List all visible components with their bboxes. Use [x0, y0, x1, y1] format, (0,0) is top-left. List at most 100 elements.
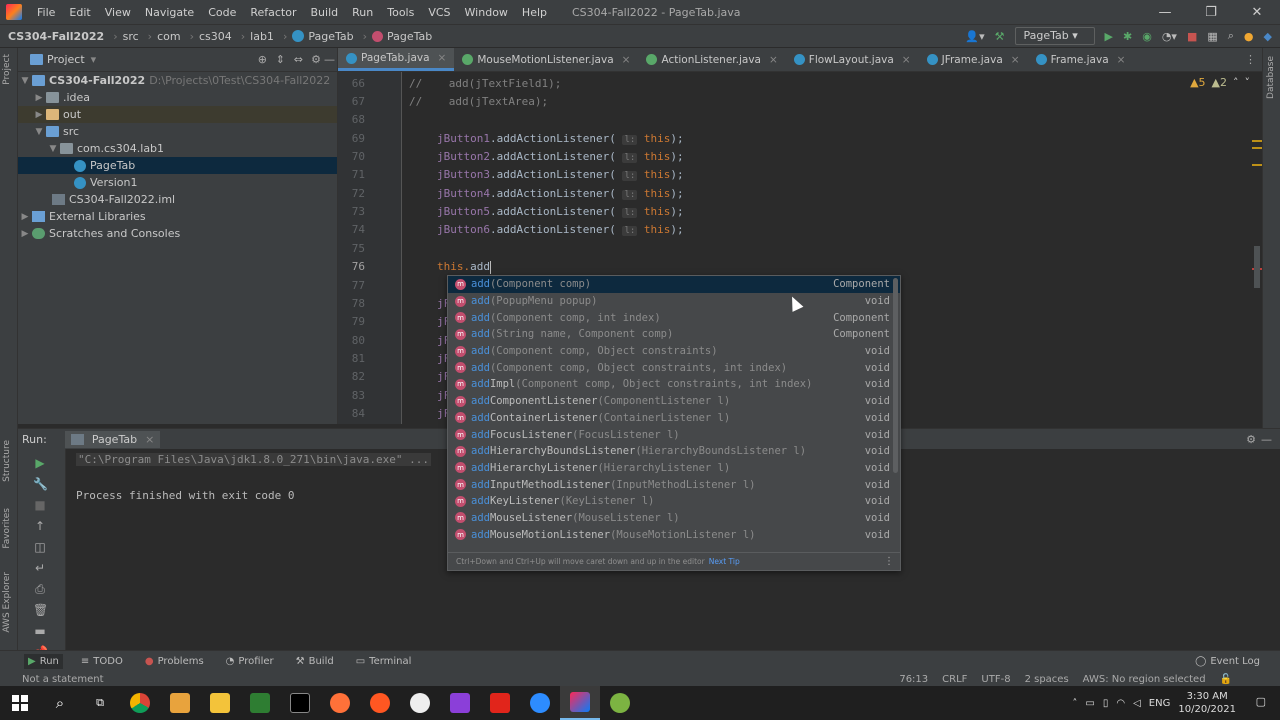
tree-item-iml[interactable]: CS304-Fall2022.iml: [18, 191, 337, 208]
print-icon[interactable]: ⎙: [33, 582, 47, 596]
menu-edit[interactable]: Edit: [62, 6, 97, 19]
breadcrumb-cs304[interactable]: cs304: [199, 30, 232, 43]
task-view-button[interactable]: ⧉: [80, 686, 120, 720]
tree-item-package[interactable]: ▼ com.cs304.lab1: [18, 140, 337, 157]
completion-item[interactable]: m addContainerListener (ContainerListener …: [448, 410, 900, 427]
completion-item[interactable]: m addFocusListener (FocusListener l) void: [448, 426, 900, 443]
profiler-tool-button[interactable]: ◔ Profiler: [222, 654, 278, 669]
tree-item-idea[interactable]: ▶ .idea: [18, 89, 337, 106]
project-panel-title[interactable]: Project: [47, 53, 85, 66]
chevron-down-icon[interactable]: ▼: [46, 144, 60, 154]
close-icon[interactable]: ×: [145, 433, 154, 446]
menu-navigate[interactable]: Navigate: [138, 6, 201, 19]
search-icon[interactable]: ⌕: [1228, 29, 1234, 43]
close-icon[interactable]: ×: [622, 54, 631, 66]
close-icon[interactable]: ×: [1011, 54, 1020, 66]
completion-item[interactable]: m add (Component comp, Object constraints,…: [448, 359, 900, 376]
search-button[interactable]: ⌕: [40, 686, 80, 720]
terminal-tool-button[interactable]: ▭ Terminal: [352, 654, 416, 669]
close-icon[interactable]: ×: [902, 54, 911, 66]
close-icon[interactable]: ×: [438, 52, 447, 64]
breadcrumb-method[interactable]: PageTab: [387, 30, 432, 43]
stop-icon[interactable]: ■: [1187, 30, 1197, 43]
project-structure-icon[interactable]: ▦: [1207, 30, 1217, 43]
battery-icon[interactable]: ▯: [1103, 698, 1109, 709]
completion-item[interactable]: m add (Component comp) Component: [448, 276, 900, 293]
volume-icon[interactable]: ◁: [1133, 698, 1141, 709]
popup-scrollbar[interactable]: [893, 278, 898, 473]
acrobat-app[interactable]: [480, 686, 520, 720]
caret-position[interactable]: 76:13: [899, 674, 928, 685]
completion-item[interactable]: m addComponentListener (ComponentListener …: [448, 393, 900, 410]
breadcrumb-project[interactable]: CS304-Fall2022: [8, 30, 104, 43]
menu-code[interactable]: Code: [201, 6, 243, 19]
menu-vcs[interactable]: VCS: [421, 6, 457, 19]
breadcrumb-src[interactable]: src: [123, 30, 139, 43]
next-tip-link[interactable]: Next Tip: [709, 557, 740, 566]
zoom-app[interactable]: [520, 686, 560, 720]
tree-item-scratches[interactable]: ▶ Scratches and Consoles: [18, 225, 337, 242]
line-separator[interactable]: CRLF: [942, 674, 967, 685]
coverage-icon[interactable]: ◉: [1142, 30, 1152, 43]
close-icon[interactable]: ✕: [1234, 0, 1280, 24]
database-tool-tab[interactable]: Database: [1266, 56, 1276, 99]
tab-jframe[interactable]: JFrame.java ×: [919, 48, 1028, 71]
camera-icon[interactable]: ◫: [33, 540, 47, 554]
run-icon[interactable]: ▶: [1105, 30, 1113, 43]
close-icon[interactable]: ×: [769, 54, 778, 66]
completion-item[interactable]: m addMouseMotionListener (MouseMotionListe…: [448, 526, 900, 542]
debug-icon[interactable]: ✱: [1123, 30, 1132, 43]
completion-item[interactable]: m addImpl (Component comp, Object constrai…: [448, 376, 900, 393]
menu-build[interactable]: Build: [304, 6, 346, 19]
chevron-down-icon[interactable]: ˅: [1245, 76, 1251, 89]
more-tabs-icon[interactable]: ⋮: [1245, 53, 1256, 66]
hide-icon[interactable]: —: [1261, 433, 1272, 446]
game-app[interactable]: [400, 686, 440, 720]
gear-icon[interactable]: ⚙: [1246, 433, 1256, 446]
tab-frame[interactable]: Frame.java ×: [1028, 48, 1134, 71]
hide-icon[interactable]: —: [324, 53, 335, 66]
project-tool-tab[interactable]: Project: [2, 54, 12, 85]
run-config-select[interactable]: PageTab ▾: [1014, 27, 1095, 45]
clock[interactable]: 3:30 AM 10/20/2021: [1178, 690, 1236, 716]
completion-item[interactable]: m addMouseListener (MouseListener l) void: [448, 510, 900, 527]
file-explorer-app[interactable]: [200, 686, 240, 720]
minimize-icon[interactable]: —: [1142, 0, 1188, 24]
run-tab[interactable]: PageTab ×: [64, 430, 161, 448]
error-stripe[interactable]: [1252, 72, 1262, 424]
breadcrumb-lab1[interactable]: lab1: [250, 30, 274, 43]
lock-icon[interactable]: 🔓: [1220, 674, 1232, 685]
menu-view[interactable]: View: [98, 6, 138, 19]
menu-refactor[interactable]: Refactor: [243, 6, 303, 19]
completion-item[interactable]: m addInputMethodListener (InputMethodListe…: [448, 476, 900, 493]
chevron-down-icon[interactable]: ▼: [32, 127, 46, 137]
soft-wrap-icon[interactable]: ↵: [33, 561, 47, 575]
favorites-tool-tab[interactable]: Favorites: [2, 508, 12, 549]
chevron-down-icon[interactable]: ▾: [91, 53, 97, 66]
wrench-icon[interactable]: 🔧: [33, 477, 48, 491]
inspection-widget[interactable]: ▲5 ▲2 ˄ ˅: [1190, 76, 1250, 89]
intellij-app[interactable]: [560, 686, 600, 720]
notification-icon[interactable]: ▢: [1256, 695, 1266, 708]
menu-tools[interactable]: Tools: [380, 6, 421, 19]
gear-icon[interactable]: ⚙: [311, 53, 321, 66]
menu-run[interactable]: Run: [345, 6, 380, 19]
chevron-right-icon[interactable]: ▶: [32, 93, 46, 103]
restore-icon[interactable]: ❐: [1188, 0, 1234, 24]
completion-item[interactable]: m add (String name, Component comp) Compone…: [448, 326, 900, 343]
problems-tool-button[interactable]: ● Problems: [141, 654, 208, 669]
event-log-button[interactable]: ◯ Event Log: [1191, 654, 1264, 669]
tree-item-out[interactable]: ▶ out: [18, 106, 337, 123]
excel-app[interactable]: [240, 686, 280, 720]
menu-window[interactable]: Window: [458, 6, 515, 19]
tab-actionlistener[interactable]: ActionListener.java ×: [638, 48, 785, 71]
chevron-up-icon[interactable]: ˄: [1072, 698, 1077, 709]
layout-icon[interactable]: ▬: [33, 624, 47, 638]
menu-file[interactable]: File: [30, 6, 62, 19]
completion-popup[interactable]: m add (Component comp) Component m add (PopupM…: [447, 275, 901, 571]
breadcrumb-class[interactable]: PageTab: [308, 30, 353, 43]
trash-icon[interactable]: 🗑: [33, 603, 48, 617]
completion-item[interactable]: m addHierarchyListener (HierarchyListener …: [448, 460, 900, 477]
firefox-app[interactable]: [320, 686, 360, 720]
run-tool-button[interactable]: ▶ Run: [24, 654, 63, 669]
